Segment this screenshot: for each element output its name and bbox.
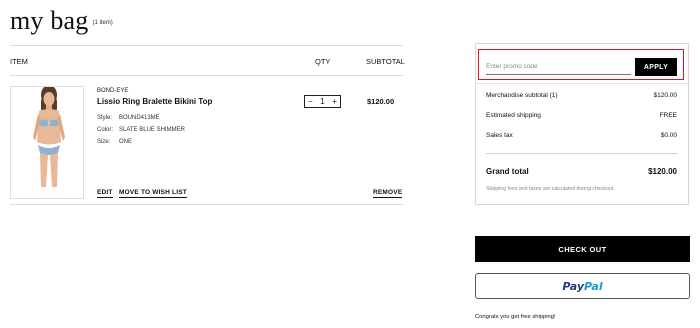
divider-top	[10, 45, 403, 46]
product-brand: BOND-EYE	[97, 88, 129, 94]
bikini-top-left	[39, 119, 49, 127]
summary-row-subtotal: Merchandise subtotal (1) $120.00	[486, 92, 677, 99]
move-to-wishlist-link[interactable]: MOVE TO WISH LIST	[119, 189, 187, 198]
column-header-qty: QTY	[315, 57, 331, 66]
page-title-text: my bag	[10, 6, 89, 35]
attr-value-color: SLATE BLUE SHIMMER	[119, 127, 185, 133]
summary-shipping-label: Estimated shipping	[486, 112, 541, 119]
attr-value-size: ONE	[119, 139, 133, 145]
column-header-item: ITEM	[10, 57, 28, 66]
apply-promo-button[interactable]: APPLY	[635, 58, 677, 76]
summary-tax-label: Sales tax	[486, 132, 513, 139]
attr-label-size: Size:	[97, 139, 111, 145]
bikini-top-right	[49, 119, 59, 127]
product-style: Style: BOUND413ME	[97, 115, 160, 121]
summary-shipping-value: FREE	[659, 112, 677, 119]
edit-link[interactable]: EDIT	[97, 189, 113, 198]
divider-promo	[476, 83, 688, 84]
paypal-button[interactable]: PayPal	[475, 273, 690, 299]
grand-total-value: $120.00	[648, 167, 677, 176]
checkout-button[interactable]: CHECK OUT	[475, 236, 690, 262]
checkout-note: Shipping fees and taxes are calculated d…	[486, 186, 615, 192]
product-color: Color: SLATE BLUE SHIMMER	[97, 127, 185, 133]
quantity-stepper: − 1 +	[304, 95, 341, 108]
summary-subtotal-value: $120.00	[653, 92, 678, 99]
divider-item-bottom	[10, 204, 403, 205]
product-size: Size: ONE	[97, 139, 132, 145]
attr-label-color: Color:	[97, 127, 114, 133]
paypal-logo-pay: Pay	[562, 279, 585, 293]
quantity-increase-button[interactable]: +	[332, 97, 337, 106]
page-title: my bag (1 item)	[10, 6, 113, 36]
product-image[interactable]	[10, 86, 84, 199]
summary-tax-value: $0.00	[660, 132, 677, 139]
item-count: (1 item)	[92, 20, 113, 27]
grand-total-label: Grand total	[486, 167, 529, 176]
summary-row-shipping: Estimated shipping FREE	[486, 112, 677, 119]
quantity-decrease-button[interactable]: −	[308, 97, 313, 106]
product-name[interactable]: Lissio Ring Bralette Bikini Top	[97, 97, 212, 106]
attr-label-style: Style:	[97, 115, 113, 121]
divider-grand-total	[486, 153, 677, 154]
promo-code-input[interactable]	[486, 58, 631, 75]
attr-value-style: BOUND413ME	[119, 115, 160, 121]
quantity-value[interactable]: 1	[320, 97, 324, 106]
free-shipping-message: Congrats you get free shipping!	[475, 314, 556, 320]
item-subtotal: $120.00	[367, 97, 395, 106]
divider-header	[10, 75, 403, 76]
summary-row-tax: Sales tax $0.00	[486, 132, 677, 139]
summary-row-grand-total: Grand total $120.00	[486, 167, 677, 176]
remove-link[interactable]: REMOVE	[373, 189, 403, 198]
paypal-logo-pal: Pal	[584, 279, 603, 293]
model-photo	[11, 87, 83, 198]
summary-subtotal-label: Merchandise subtotal (1)	[486, 92, 558, 99]
column-header-subtotal: SUBTOTAL	[366, 57, 405, 66]
